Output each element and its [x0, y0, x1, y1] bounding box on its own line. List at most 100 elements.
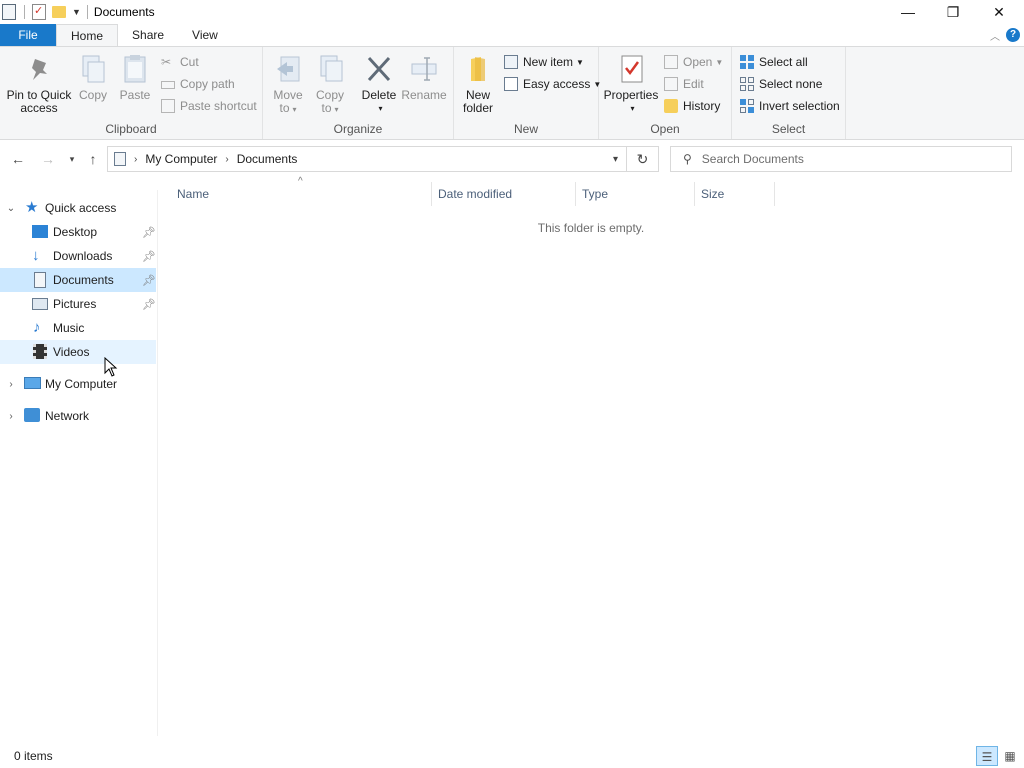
move-to-button[interactable]: Move to ▾ — [271, 53, 305, 116]
nav-item-quick-access[interactable]: ⌄ ★ Quick access — [0, 196, 156, 220]
search-box[interactable]: ⚲ Search Documents — [670, 146, 1012, 172]
nav-item-desktop[interactable]: Desktop 📌︎ — [0, 220, 156, 244]
pin-icon[interactable]: 📌︎ — [142, 274, 156, 287]
back-button[interactable]: ← — [8, 148, 28, 170]
restore-button[interactable]: ❐ — [930, 0, 976, 24]
minimize-button[interactable]: — — [885, 0, 931, 24]
properties-label: Properties — [603, 88, 659, 102]
new-folder-icon — [471, 57, 485, 81]
organize-group: Move to▾ Copy to▾ Delete ▾ Rename Orga — [263, 47, 454, 139]
nav-item-my-computer[interactable]: › My Computer — [0, 372, 156, 396]
properties-button[interactable]: Properties ▾ — [604, 53, 658, 115]
nav-item-network[interactable]: › Network — [0, 404, 156, 428]
nav-item-videos[interactable]: Videos — [0, 340, 156, 364]
divider — [86, 5, 88, 19]
open-group-label: Open — [650, 122, 680, 136]
tab-file[interactable]: File — [0, 24, 56, 46]
pin-to-quick-access-button[interactable]: Pin to Quick access — [6, 53, 72, 115]
chevron-down-icon: ▾ — [69, 154, 75, 164]
refresh-button[interactable]: ↻ — [627, 146, 659, 172]
history-button[interactable]: History — [664, 96, 720, 116]
customize-toolbar-chevron-icon[interactable]: ▼ — [72, 7, 81, 17]
details-view-button[interactable]: ☰ — [976, 746, 998, 766]
chevron-right-icon[interactable]: › — [6, 379, 16, 390]
nav-label-my-computer: My Computer — [45, 377, 118, 391]
column-header-size[interactable]: Size — [695, 182, 775, 206]
rename-button[interactable]: Rename — [401, 53, 447, 102]
copy-path-button[interactable]: Copy path — [161, 74, 235, 94]
open-group: Properties ▾ Open ▼ Edit History Open — [599, 47, 732, 139]
invert-selection-icon — [740, 99, 754, 113]
open-label: Open — [683, 55, 713, 69]
nav-label-music: Music — [53, 321, 85, 335]
breadcrumb-separator-icon: › — [225, 153, 229, 165]
tab-home[interactable]: Home — [56, 24, 119, 46]
new-group: New folder New item ▼ Easy access ▼ New — [454, 47, 601, 139]
copy-to-icon — [320, 55, 343, 82]
open-button[interactable]: Open ▼ — [664, 52, 723, 72]
nav-label-desktop: Desktop — [53, 225, 98, 239]
new-item-icon — [504, 55, 518, 69]
easy-access-button[interactable]: Easy access ▼ — [504, 74, 601, 94]
history-label: History — [683, 99, 721, 113]
pin-icon[interactable]: 📌︎ — [142, 250, 156, 263]
ribbon: Pin to Quick access Copy Paste ✂ Cut Cop… — [0, 46, 1024, 140]
up-button[interactable]: ↑ — [83, 148, 103, 170]
select-all-button[interactable]: Select all — [740, 52, 808, 72]
address-bar[interactable]: › My Computer › Documents ▾ — [107, 146, 627, 172]
forward-button[interactable]: → — [38, 148, 58, 170]
breadcrumb-my-computer[interactable]: My Computer — [145, 152, 217, 166]
properties-icon[interactable] — [32, 4, 46, 20]
select-none-icon — [740, 77, 754, 91]
document-icon[interactable] — [2, 4, 16, 20]
paste-button[interactable]: Paste — [118, 53, 152, 102]
clipboard-group-label: Clipboard — [105, 122, 157, 136]
delete-x-icon — [367, 56, 391, 82]
minimize-icon: — — [901, 4, 915, 20]
empty-folder-message: This folder is empty. — [537, 221, 645, 235]
nav-item-documents[interactable]: Documents 📌︎ — [0, 268, 156, 292]
new-folder-button[interactable]: New folder — [460, 53, 496, 115]
column-header-type[interactable]: Type — [576, 182, 695, 206]
address-dropdown-icon[interactable]: ▾ — [613, 154, 618, 165]
copy-to-label-2: to ▾ — [321, 101, 339, 115]
delete-button[interactable]: Delete ▾ — [360, 53, 398, 115]
pin-icon[interactable]: 📌︎ — [142, 298, 156, 311]
tab-share[interactable]: Share — [118, 24, 178, 46]
edit-button[interactable]: Edit — [664, 74, 704, 94]
restore-icon: ❐ — [946, 3, 960, 20]
invert-selection-label: Invert selection — [759, 99, 840, 113]
move-to-icon — [277, 56, 300, 82]
cut-button[interactable]: ✂ Cut — [161, 52, 199, 72]
column-header-name[interactable]: Name — [171, 182, 432, 206]
easy-access-label: Easy access — [523, 77, 591, 91]
breadcrumb-documents[interactable]: Documents — [237, 152, 298, 166]
new-item-button[interactable]: New item ▼ — [504, 52, 584, 72]
help-icon[interactable]: ? — [1006, 28, 1020, 42]
large-icons-view-button[interactable]: ▦ — [999, 746, 1021, 766]
tab-view[interactable]: View — [178, 24, 232, 46]
chevron-down-icon[interactable]: ⌄ — [6, 203, 16, 214]
new-folder-label-2: folder — [462, 101, 494, 115]
ribbon-controls: ︿ ? — [984, 24, 1024, 46]
copy-to-button[interactable]: Copy to ▾ — [313, 53, 347, 116]
new-item-label: New item — [523, 55, 574, 69]
nav-item-downloads[interactable]: ↓ Downloads 📌︎ — [0, 244, 156, 268]
recent-locations-button[interactable]: ▾ — [62, 148, 82, 170]
new-folder-icon[interactable] — [52, 6, 66, 18]
paste-shortcut-button[interactable]: Paste shortcut — [161, 96, 257, 116]
close-button[interactable]: ✕ — [976, 0, 1022, 24]
select-none-button[interactable]: Select none — [740, 74, 822, 94]
pane-divider[interactable] — [157, 190, 158, 736]
invert-selection-button[interactable]: Invert selection — [740, 96, 840, 116]
column-header-date-modified[interactable]: Date modified — [432, 182, 576, 206]
nav-item-music[interactable]: ♪ Music — [0, 316, 156, 340]
search-input[interactable]: Search Documents — [702, 152, 804, 166]
copy-button[interactable]: Copy — [76, 53, 110, 102]
collapse-ribbon-icon[interactable]: ︿ — [984, 28, 1006, 43]
clipboard-group: Pin to Quick access Copy Paste ✂ Cut Cop… — [0, 47, 263, 139]
nav-item-pictures[interactable]: Pictures 📌︎ — [0, 292, 156, 316]
chevron-right-icon[interactable]: › — [6, 411, 16, 422]
pin-icon[interactable]: 📌︎ — [142, 226, 156, 239]
music-note-icon: ♪ — [33, 319, 41, 336]
